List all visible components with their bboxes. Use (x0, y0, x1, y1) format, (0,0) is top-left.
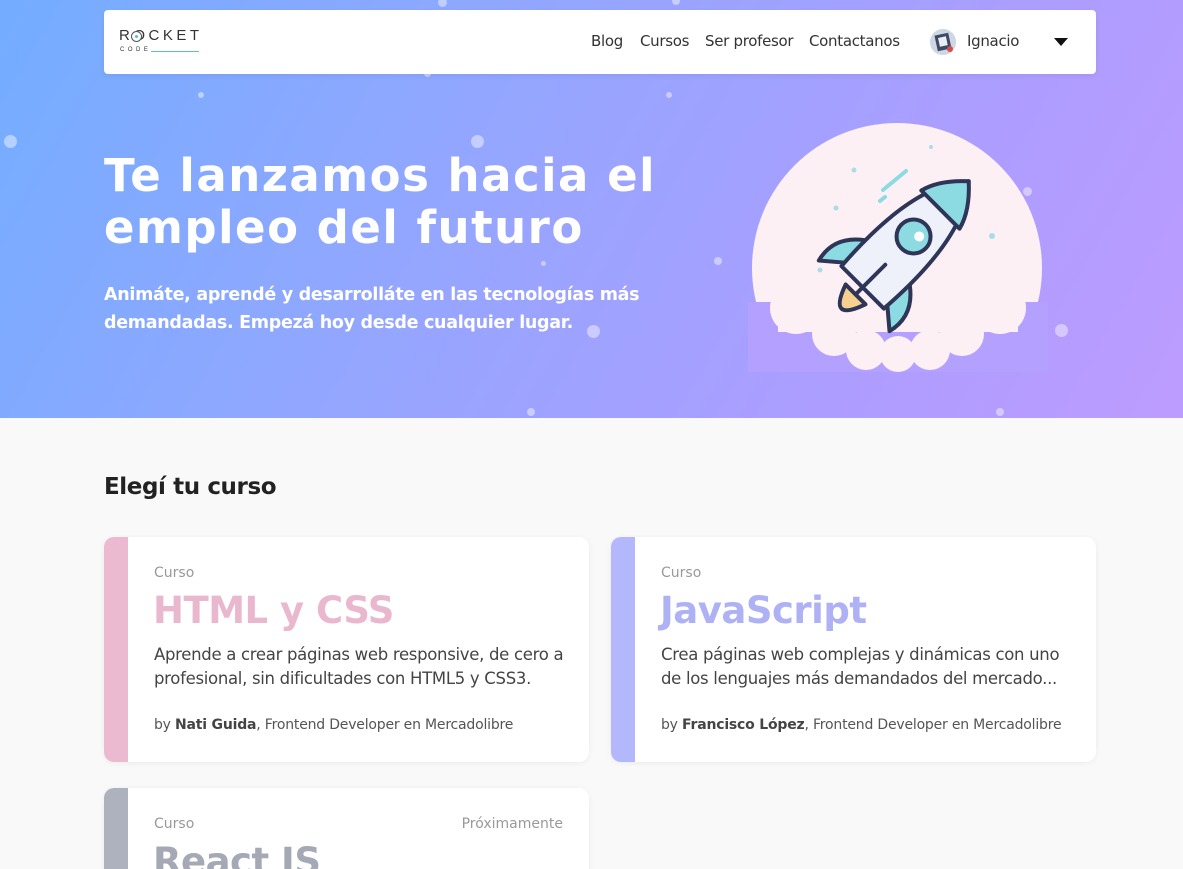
logo-underline (151, 51, 199, 52)
star-dot (471, 135, 484, 148)
card-accent-bar (104, 788, 128, 869)
logo-o-icon (131, 31, 142, 42)
star-dot (527, 408, 535, 416)
user-name[interactable]: Ignacio (967, 32, 1019, 50)
coming-soon-badge: Próximamente (461, 816, 563, 832)
author-name: Nati Guida (175, 717, 257, 733)
card-title[interactable]: JavaScript (660, 589, 867, 632)
star-dot (198, 92, 204, 98)
star-dot (672, 0, 680, 5)
card-author: by Nati Guida, Frontend Developer en Mer… (154, 717, 513, 733)
nav-link-ser-profesor[interactable]: Ser profesor (705, 32, 794, 50)
star-dot (4, 135, 17, 148)
courses-section-title: Elegí tu curso (104, 474, 277, 500)
star-dot (438, 0, 447, 7)
nav-link-cursos[interactable]: Cursos (640, 32, 689, 50)
card-description: Crea páginas web complejas y dinámicas c… (661, 645, 1060, 688)
hero-subtitle: Animáte, aprendé y desarrolláte en las t… (104, 285, 640, 333)
nav-link-blog[interactable]: Blog (591, 32, 623, 50)
course-card-react-js[interactable]: Curso Próximamente React JS (104, 788, 589, 869)
hero-title: Te lanzamos hacia el empleo del futuro (104, 149, 657, 254)
rocket-code-logo[interactable]: ROCKET CODE (119, 27, 209, 59)
course-card-javascript[interactable]: Curso JavaScript Crea páginas web comple… (611, 537, 1096, 762)
star-dot (714, 257, 722, 265)
star-dot (996, 408, 1004, 416)
star-dot (541, 261, 546, 266)
author-prefix: by (661, 717, 683, 733)
card-accent-bar (611, 537, 635, 762)
card-kicker: Curso (661, 565, 702, 581)
card-kicker: Curso (154, 565, 195, 581)
author-role: , Frontend Developer en Mercadolibre (256, 717, 514, 733)
avatar-icon (930, 29, 956, 55)
author-prefix: by (154, 717, 176, 733)
card-accent-bar (104, 537, 128, 762)
card-kicker: Curso (154, 816, 195, 832)
user-menu-chevron-down-icon[interactable] (1054, 38, 1068, 46)
card-author: by Francisco López, Frontend Developer e… (661, 717, 1062, 733)
rocket-illustration (748, 123, 1048, 372)
card-description: Aprende a crear páginas web responsive, … (154, 645, 564, 688)
logo-subtitle: CODE (120, 47, 152, 53)
author-name: Francisco López (682, 717, 805, 733)
card-title[interactable]: React JS (153, 840, 321, 869)
card-title[interactable]: HTML y CSS (153, 589, 394, 632)
author-role: , Frontend Developer en Mercadolibre (804, 717, 1062, 733)
star-dot (666, 92, 672, 98)
top-navbar: ROCKET CODE Blog Cursos Ser profesor Con… (104, 10, 1096, 74)
avatar[interactable] (930, 29, 956, 55)
nav-link-contactanos[interactable]: Contactanos (809, 32, 900, 50)
star-dot (1055, 324, 1068, 337)
course-card-html-css[interactable]: Curso HTML y CSS Aprende a crear páginas… (104, 537, 589, 762)
